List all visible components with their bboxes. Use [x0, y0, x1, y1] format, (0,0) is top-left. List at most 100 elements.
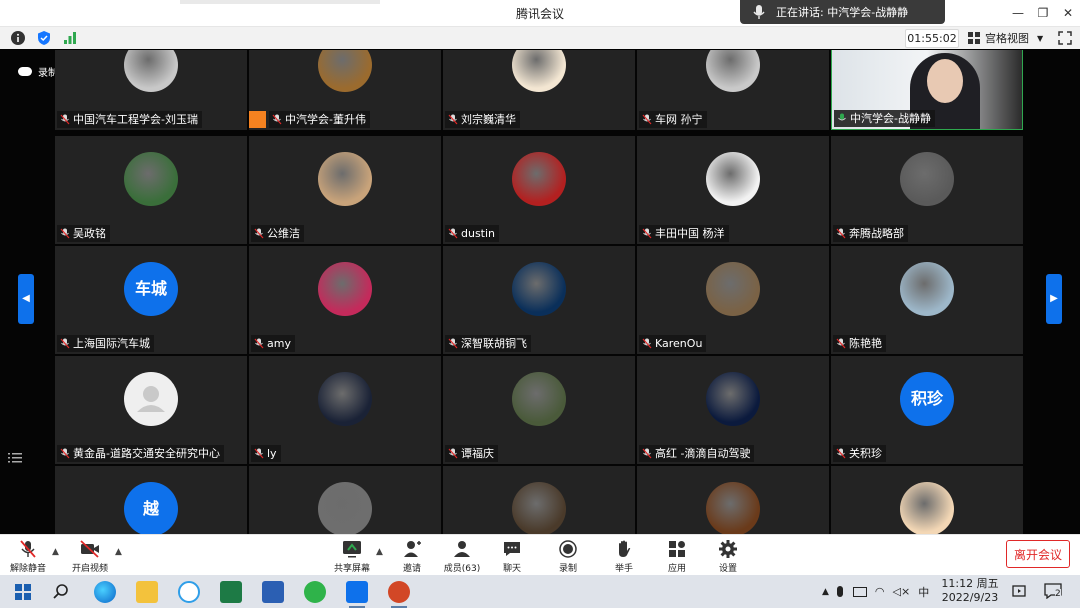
ime-indicator[interactable]: 中 [918, 584, 929, 600]
show-desktop-icon[interactable] [1012, 584, 1026, 598]
participant-avatar [706, 372, 760, 426]
participant-tile[interactable]: 中汽学会-战静静 [831, 50, 1023, 130]
mic-muted-icon [448, 448, 458, 459]
audio-options-caret-icon[interactable]: ▲ [52, 547, 59, 557]
start-video-button[interactable]: 开启视频 [64, 537, 116, 574]
participant-tile[interactable]: 越 [55, 466, 247, 534]
prev-page-button[interactable]: ◀ [18, 274, 34, 324]
chat-button[interactable]: 聊天 [486, 537, 538, 574]
participant-avatar [706, 482, 760, 534]
fullscreen-icon[interactable] [1057, 30, 1073, 46]
participant-tile[interactable]: 谭福庆 [443, 356, 635, 464]
participant-tile[interactable]: 陈艳艳 [831, 246, 1023, 354]
tray-wifi-icon[interactable]: ◠ [875, 585, 885, 598]
mic-muted-icon [642, 228, 652, 239]
minimize-button[interactable]: — [1010, 5, 1026, 21]
video-options-caret-icon[interactable]: ▲ [115, 547, 122, 557]
mic-muted-icon [254, 338, 264, 349]
meeting-info-icon[interactable] [10, 30, 26, 46]
share-screen-button[interactable]: 共享屏幕 [326, 537, 378, 574]
participant-tile[interactable]: 中国汽车工程学会-刘玉瑞 [55, 50, 247, 130]
participant-name-label: 吴政铭 [57, 225, 110, 242]
excel-icon[interactable] [220, 581, 242, 603]
participant-tile[interactable]: 车网 孙宁 [637, 50, 829, 130]
tray-battery-icon[interactable] [852, 586, 867, 597]
participant-name-label: 深智联胡铜飞 [445, 335, 531, 352]
participant-avatar [900, 482, 954, 534]
participant-tile[interactable] [831, 466, 1023, 534]
members-button[interactable]: 成员(63) [436, 537, 488, 574]
unmute-button[interactable]: 解除静音 [2, 537, 54, 574]
settings-button[interactable]: 设置 [702, 537, 754, 574]
share-options-caret-icon[interactable]: ▲ [376, 547, 383, 557]
participant-video-face [927, 59, 963, 103]
close-button[interactable]: ✕ [1060, 5, 1076, 21]
tray-expand-icon[interactable]: ▲ [822, 587, 829, 597]
participant-tile[interactable]: 深智联胡铜飞 [443, 246, 635, 354]
participant-avatar [318, 50, 372, 92]
participant-avatar [900, 152, 954, 206]
notification-center[interactable]: 2 [1044, 583, 1062, 600]
meeting-stage: 录制中 ◀ ▶ 中国汽车工程学会-刘玉瑞 中汽学会-董升伟 刘宗巍清华 车网 孙宁 中汽… [0, 50, 1080, 534]
mic-muted-icon [448, 228, 458, 239]
participant-tile[interactable]: KarenOu [637, 246, 829, 354]
participant-avatar [318, 262, 372, 316]
mic-muted-icon [448, 338, 458, 349]
participant-avatar [900, 262, 954, 316]
participant-avatar [124, 372, 178, 426]
ie-browser-icon[interactable] [178, 581, 200, 603]
tencent-meeting-icon[interactable] [346, 581, 368, 608]
participant-tile[interactable]: 丰田中国 杨洋 [637, 136, 829, 244]
participant-tile[interactable]: 中汽学会-董升伟 [249, 50, 441, 130]
participant-name: 谭福庆 [461, 447, 494, 460]
participant-tile[interactable]: 奔腾战略部 [831, 136, 1023, 244]
participant-name-label: dustin [445, 225, 500, 242]
participant-tile[interactable]: 高红 -滴滴自动驾驶 [637, 356, 829, 464]
clock[interactable]: 11:12 周五 2022/9/23 [938, 577, 1002, 605]
search-icon[interactable] [50, 581, 72, 603]
participant-tile[interactable]: dustin [443, 136, 635, 244]
participant-tile[interactable]: 吴政铭 [55, 136, 247, 244]
record-button[interactable]: 录制 [542, 537, 594, 574]
participant-tile[interactable]: 公维洁 [249, 136, 441, 244]
signal-strength-icon[interactable] [62, 30, 78, 46]
tray-volume-mute-icon[interactable]: ◁× [893, 585, 911, 598]
participant-tile[interactable]: 刘宗巍清华 [443, 50, 635, 130]
taskbar: ▲ ◠ ◁× 中 11:12 周五 2022/9/23 2 [0, 575, 1080, 608]
windows-start-icon[interactable] [12, 581, 34, 603]
participant-name-label: ly [251, 445, 281, 462]
raise-hand-label: 举手 [614, 564, 633, 574]
start-video-label: 开启视频 [71, 564, 108, 574]
invite-button[interactable]: 邀请 [386, 537, 438, 574]
leave-meeting-button[interactable]: 离开会议 [1006, 540, 1070, 568]
participant-tile[interactable] [637, 466, 829, 534]
apps-button[interactable]: 应用 [651, 537, 703, 574]
participant-tile[interactable]: 车城 上海国际汽车城 [55, 246, 247, 354]
security-shield-icon[interactable] [36, 30, 52, 46]
participant-name-label: 黄金晶-道路交通安全研究中心 [57, 445, 224, 462]
next-page-button[interactable]: ▶ [1046, 274, 1062, 324]
participant-name: 刘宗巍清华 [461, 113, 516, 126]
mic-muted-icon [272, 114, 282, 125]
participant-tile[interactable] [249, 466, 441, 534]
file-explorer-icon[interactable] [136, 581, 158, 603]
participant-name-label: amy [251, 335, 295, 352]
word-icon[interactable] [262, 581, 284, 603]
participant-name: dustin [461, 227, 496, 240]
powerpoint-icon[interactable] [388, 581, 410, 608]
participant-avatar: 车城 [124, 262, 178, 316]
tray-mic-icon[interactable] [836, 586, 843, 597]
participant-avatar [512, 372, 566, 426]
raise-hand-button[interactable]: 举手 [598, 537, 650, 574]
participant-tile[interactable]: 黄金晶-道路交通安全研究中心 [55, 356, 247, 464]
participant-tile[interactable]: amy [249, 246, 441, 354]
participant-tile[interactable]: 积珍 关积珍 [831, 356, 1023, 464]
edge-browser-icon[interactable] [94, 581, 116, 603]
wechat-icon[interactable] [304, 581, 326, 603]
participant-tile[interactable] [443, 466, 635, 534]
participant-tile[interactable]: ly [249, 356, 441, 464]
info-bar: 01:55:02 宫格视图 ▼ [0, 27, 1080, 49]
list-icon[interactable] [8, 452, 22, 464]
restore-button[interactable]: ❐ [1035, 5, 1051, 21]
view-mode-dropdown[interactable]: 宫格视图 ▼ [968, 29, 1048, 47]
